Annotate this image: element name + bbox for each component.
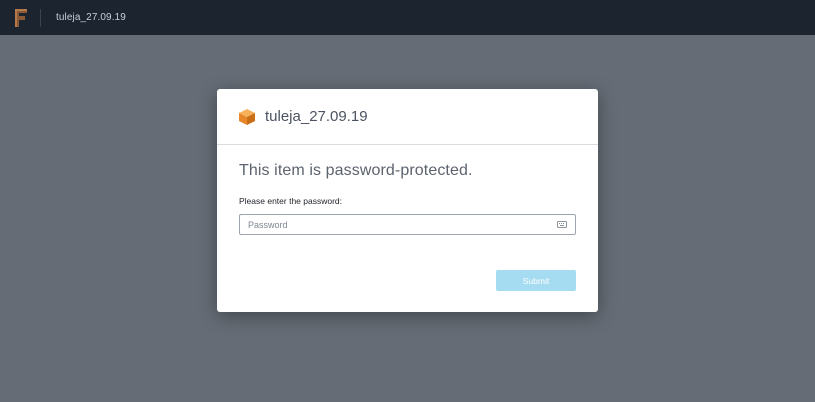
password-keyboard-icon [557,221,567,228]
password-input[interactable] [240,215,575,234]
password-dialog: tuleja_27.09.19 This item is password-pr… [217,89,598,312]
password-label: Please enter the password: [239,196,343,206]
topbar-divider [40,8,41,27]
box-icon [239,108,255,125]
submit-button[interactable]: Submit [496,270,576,291]
document-title: tuleja_27.09.19 [56,12,126,23]
dialog-header: tuleja_27.09.19 [217,89,598,145]
dialog-title: tuleja_27.09.19 [265,108,368,125]
protected-heading: This item is password-protected. [239,162,473,179]
dialog-body: This item is password-protected. Please … [217,162,598,235]
password-field-wrapper [239,214,576,235]
top-bar: tuleja_27.09.19 [0,0,815,35]
fusion-f-logo-icon[interactable] [15,8,27,27]
